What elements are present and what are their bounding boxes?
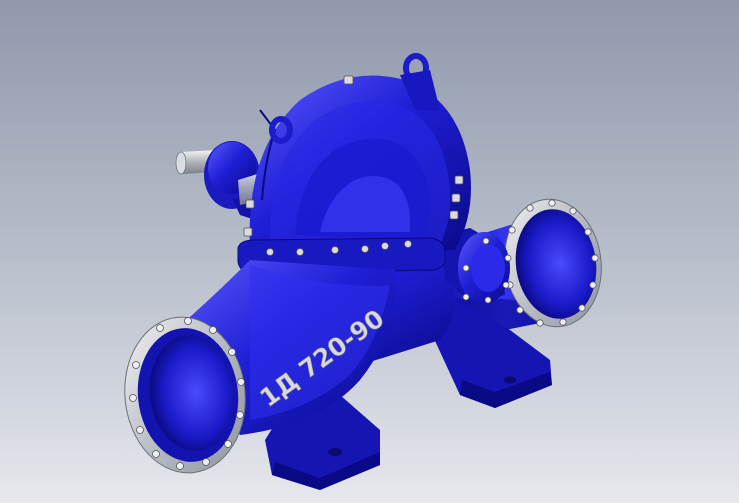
viewport[interactable]: 1Д 720-90 <box>0 0 739 503</box>
pump-model[interactable]: 1Д 720-90 <box>0 0 739 503</box>
